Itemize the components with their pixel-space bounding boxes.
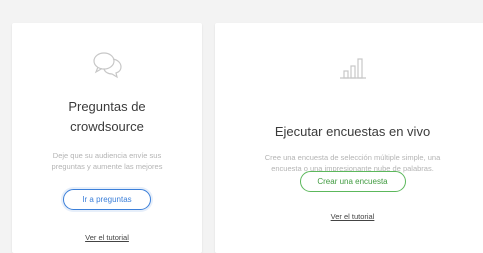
tutorial-link[interactable]: Ver el tutorial xyxy=(331,212,375,221)
card-crowdsource-questions: Preguntas de crowdsource Deje que su aud… xyxy=(12,23,202,253)
card-description: Deje que su audiencia envíe sus pregunta… xyxy=(27,150,187,172)
card-title-line-2: crowdsource xyxy=(70,119,144,134)
card-title: Ejecutar encuestas en vivo xyxy=(274,124,431,139)
go-to-questions-button-label: Ir a preguntas xyxy=(82,195,132,204)
create-poll-button[interactable]: Crear una encuesta xyxy=(299,171,406,192)
tutorial-link[interactable]: Ver el tutorial xyxy=(85,233,129,242)
go-to-questions-button[interactable]: Ir a preguntas xyxy=(63,189,151,210)
bar-chart-icon xyxy=(338,56,368,80)
chat-bubbles-icon xyxy=(90,51,124,79)
card-description-line-2: preguntas y aumente las mejores xyxy=(51,162,163,171)
card-description-line-1: Cree una encuesta de selección múltiple … xyxy=(264,153,441,162)
card-title-line-1: Preguntas de xyxy=(68,99,146,114)
card-description-line-1: Deje que su audiencia envíe sus xyxy=(52,151,162,160)
card-live-polls: Ejecutar encuestas en vivo Cree una encu… xyxy=(215,23,483,253)
create-poll-button-label: Crear una encuesta xyxy=(317,177,388,186)
card-title: Preguntas de crowdsource xyxy=(12,97,202,137)
